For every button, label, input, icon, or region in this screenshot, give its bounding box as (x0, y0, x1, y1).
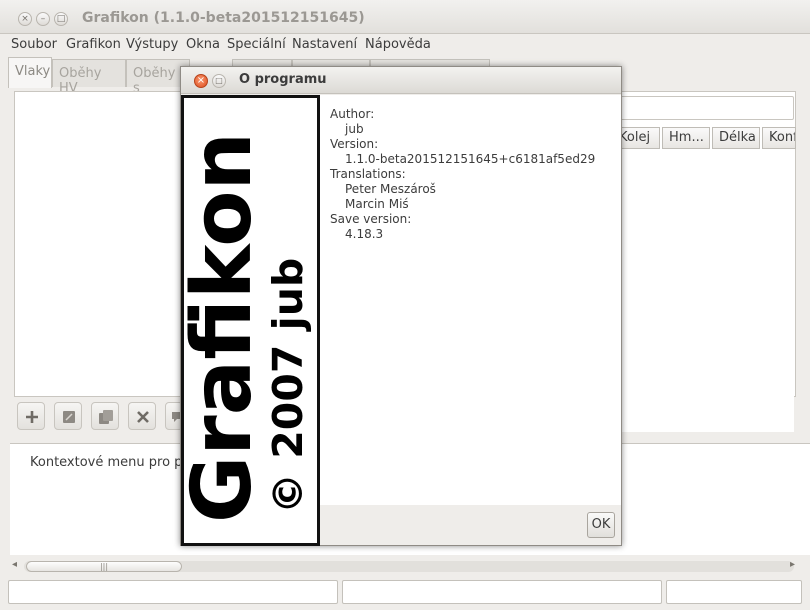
menu-napoveda[interactable]: Nápověda (365, 37, 431, 52)
delete-icon (137, 411, 149, 423)
author-label: Author: (330, 107, 375, 121)
add-button[interactable] (17, 402, 45, 430)
menu-grafikon[interactable]: Grafikon (66, 37, 121, 52)
menubar: Soubor Grafikon Výstupy Okna Speciální N… (0, 34, 810, 56)
menu-specialni[interactable]: Speciální (227, 37, 286, 52)
grafikon-logo: Grafikon © 2007 jub (184, 132, 312, 523)
menu-vystupy[interactable]: Výstupy (126, 37, 178, 52)
horizontal-scrollbar[interactable]: ◂ ||| ▸ (10, 558, 800, 574)
edit-button[interactable] (54, 402, 82, 430)
about-dialog: × □ O programu Grafikon © 2007 jub Autho… (180, 66, 622, 546)
translations-label: Translations: (330, 167, 406, 181)
scrollbar-thumb[interactable]: ||| (26, 561, 182, 572)
plus-icon (26, 411, 38, 423)
window-title: Grafikon (1.1.0-beta201512151645) (82, 10, 365, 26)
main-titlebar: × – □ Grafikon (1.1.0-beta201512151645) (0, 0, 810, 34)
window-maximize-button[interactable]: □ (54, 12, 68, 26)
author-value: jub (345, 122, 364, 136)
menu-nastaveni[interactable]: Nastavení (292, 37, 357, 52)
dialog-close-button[interactable]: × (194, 74, 208, 88)
edit-icon (63, 411, 75, 423)
save-version-value: 4.18.3 (345, 227, 384, 241)
copy-button[interactable] (91, 402, 119, 430)
dialog-maximize-button[interactable]: □ (212, 74, 226, 88)
version-value: 1.1.0-beta201512151645+c6181af5ed29 (345, 152, 596, 166)
train-detail-table[interactable] (610, 150, 794, 432)
ok-button[interactable]: OK (587, 512, 615, 538)
menu-okna[interactable]: Okna (186, 37, 220, 52)
window-close-button[interactable]: × (18, 12, 32, 26)
tab-vlaky[interactable]: Vlaky (8, 57, 52, 88)
scroll-right-arrow-icon[interactable]: ▸ (790, 559, 795, 570)
dialog-title: O programu (239, 72, 327, 87)
delete-button[interactable] (128, 402, 156, 430)
status-field-3 (666, 580, 802, 604)
translator-2: Marcin Miś (345, 197, 409, 211)
logo-copyright-text: © 2007 jub (264, 258, 312, 514)
about-info-panel: Author: jub Version: 1.1.0-beta201512151… (320, 95, 621, 505)
window-minimize-button[interactable]: – (36, 12, 50, 26)
save-version-label: Save version: (330, 212, 412, 226)
dialog-titlebar: × □ O programu (181, 67, 621, 94)
scroll-left-arrow-icon[interactable]: ◂ (12, 559, 17, 570)
column-header-konf[interactable]: Konf (762, 127, 796, 149)
status-field-2 (342, 580, 662, 604)
menu-soubor[interactable]: Soubor (11, 37, 57, 52)
logo-main-text: Grafikon (184, 132, 270, 523)
column-header-delka[interactable]: Délka (712, 127, 760, 149)
column-header-hmotnost[interactable]: Hm... (662, 127, 710, 149)
version-label: Version: (330, 137, 379, 151)
filter-input[interactable] (610, 96, 794, 120)
translator-1: Peter Meszároš (345, 182, 436, 196)
context-help-text: Kontextové menu pro p (30, 455, 183, 470)
status-field-1 (8, 580, 338, 604)
logo-panel: Grafikon © 2007 jub (181, 95, 320, 546)
copy-icon (99, 410, 113, 424)
tab-obehy-hv[interactable]: Oběhy HV (52, 59, 126, 96)
